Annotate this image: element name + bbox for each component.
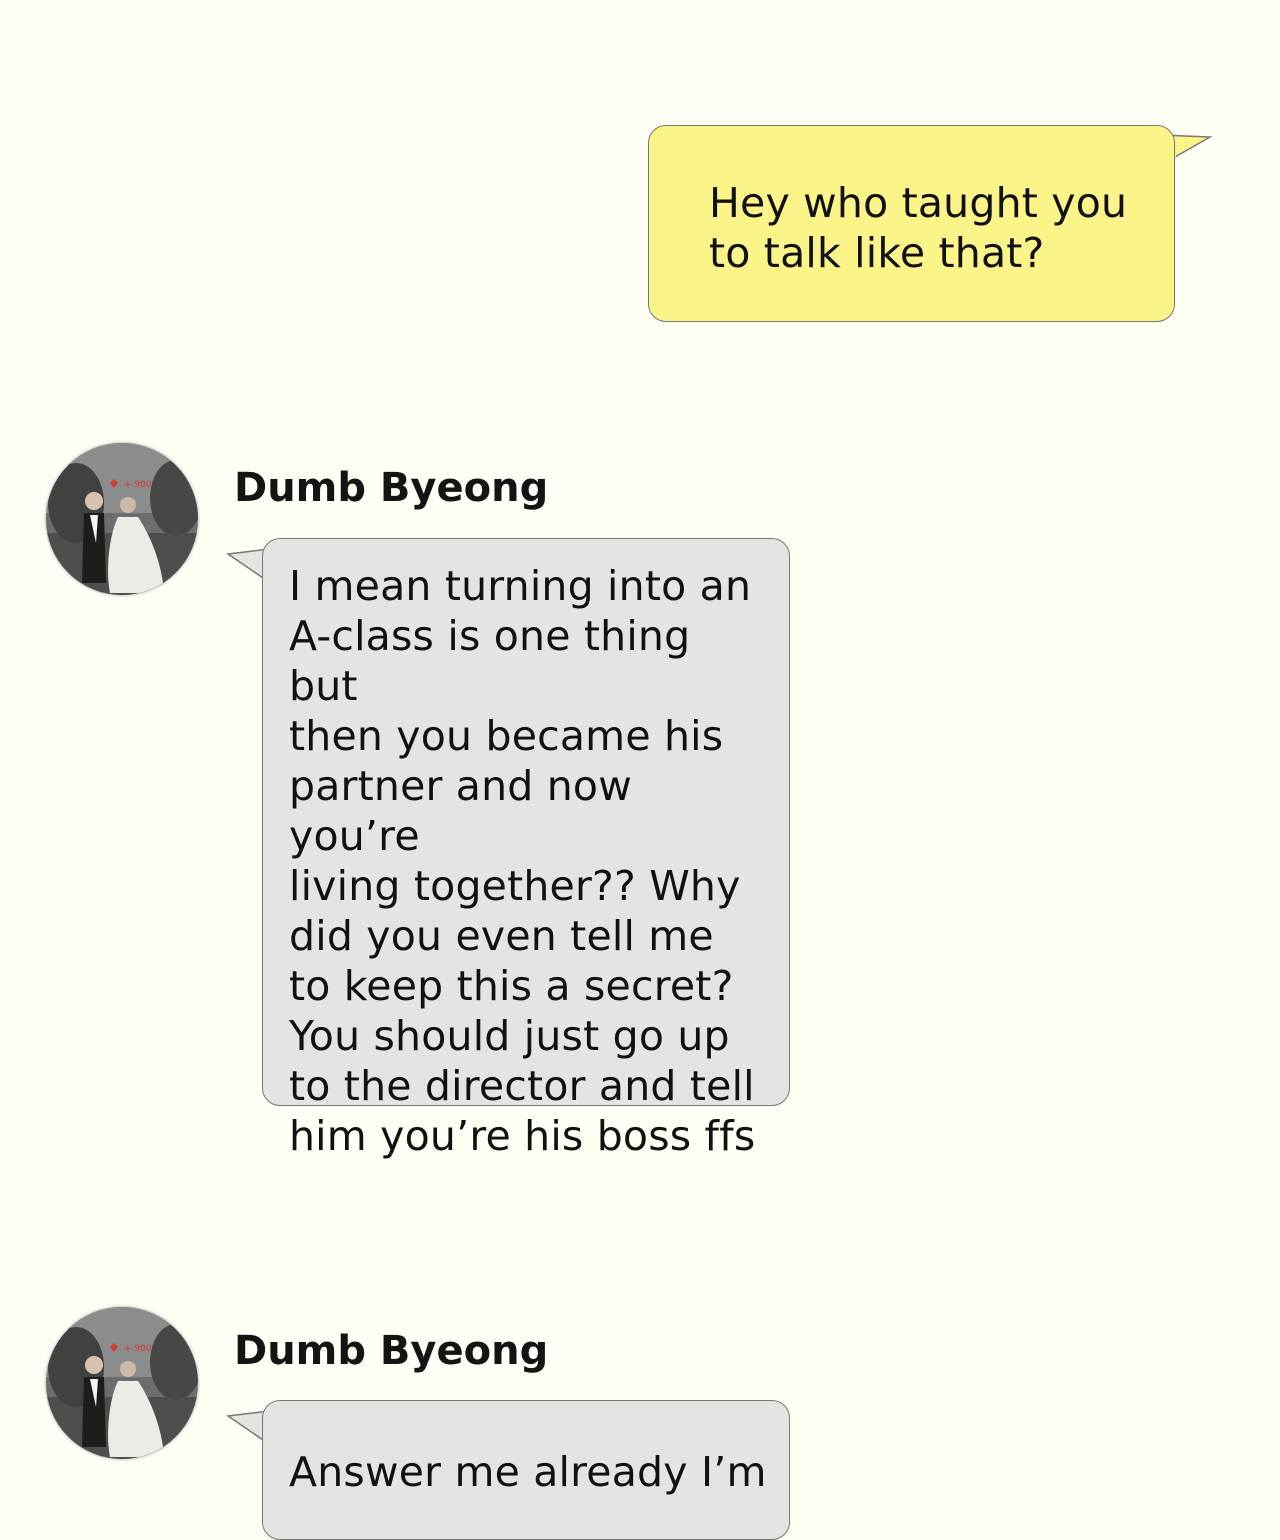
- sender-name: Dumb Byeong: [234, 1328, 549, 1374]
- sender-avatar[interactable]: + 900: [46, 443, 198, 595]
- sender-avatar[interactable]: + 900: [46, 1307, 198, 1459]
- incoming-bubble[interactable]: I mean turning into an A-class is one th…: [262, 538, 790, 1160]
- couple-wedding-photo-avatar-icon: + 900: [46, 1307, 198, 1459]
- svg-text:+ 900: + 900: [124, 1344, 152, 1354]
- couple-wedding-photo-avatar-icon: + 900: [46, 443, 198, 595]
- sender-name: Dumb Byeong: [234, 465, 549, 511]
- outgoing-bubble[interactable]: Hey who taught you to talk like that?: [648, 125, 1175, 322]
- svg-text:+ 900: + 900: [124, 480, 152, 490]
- incoming-bubble[interactable]: Answer me already I’m: [262, 1400, 790, 1540]
